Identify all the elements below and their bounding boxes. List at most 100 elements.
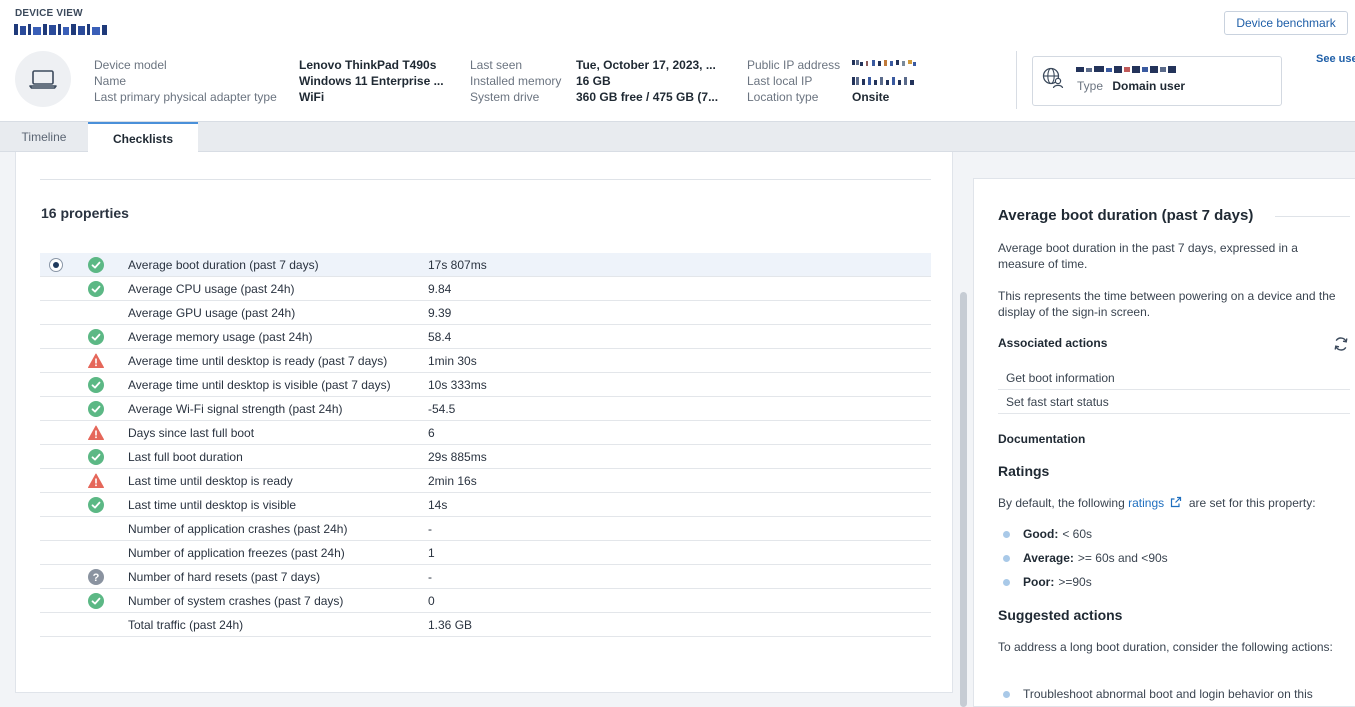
table-row[interactable]: Number of application crashes (past 24h)… — [40, 517, 931, 541]
table-row[interactable]: Average time until desktop is ready (pas… — [40, 349, 931, 373]
public-ip-redacted — [852, 60, 916, 66]
prop-label-device-model: Device model — [94, 58, 167, 72]
check-circle-icon — [88, 593, 104, 609]
table-row[interactable]: Average CPU usage (past 24h) 9.84 — [40, 277, 931, 301]
rating-poor: Poor: >=90s — [998, 575, 1092, 589]
suggested-item-text: Troubleshoot abnormal boot and login beh… — [1023, 687, 1313, 701]
check-circle-icon — [88, 329, 104, 345]
question-circle-icon: ? — [88, 569, 104, 585]
suggested-item: Troubleshoot abnormal boot and login beh… — [998, 687, 1313, 701]
bullet-dot — [1003, 554, 1010, 562]
suggested-intro: To address a long boot duration, conside… — [998, 640, 1333, 654]
table-row[interactable]: Last full boot duration 29s 885ms — [40, 445, 931, 469]
prop-label-installed-memory: Installed memory — [470, 74, 562, 88]
ratings-intro: By default, the following ratings are se… — [998, 495, 1343, 511]
divider — [40, 179, 931, 180]
warning-triangle-icon — [88, 353, 104, 369]
ratings-intro-before: By default, the following — [998, 496, 1125, 510]
bullet-dot — [1003, 690, 1010, 698]
see-user-link[interactable]: See use — [1316, 53, 1355, 65]
prop-value-name: Windows 11 Enterprise ... — [299, 74, 444, 88]
property-value: 58.4 — [428, 330, 452, 344]
prop-value-last-seen: Tue, October 17, 2023, ... — [576, 58, 716, 72]
table-row[interactable]: Number of application freezes (past 24h)… — [40, 541, 931, 565]
prop-label-name: Name — [94, 74, 127, 88]
suggested-actions-title: Suggested actions — [998, 607, 1123, 623]
property-detail-panel: Average boot duration (past 7 days) Aver… — [973, 178, 1355, 707]
documentation-title: Documentation — [998, 432, 1086, 446]
table-row[interactable]: Last time until desktop is visible 14s — [40, 493, 931, 517]
tab-checklists[interactable]: Checklists — [88, 122, 198, 153]
prop-values-col-1: Lenovo ThinkPad T490s Windows 11 Enterpr… — [299, 57, 449, 105]
prop-value-adapter-type: WiFi — [299, 90, 325, 104]
action-get-boot-information[interactable]: Get boot information — [998, 366, 1350, 390]
user-type-row: Type Domain user — [1077, 79, 1185, 93]
prop-value-device-model: Lenovo ThinkPad T490s — [299, 58, 437, 72]
property-value: 1 — [428, 546, 435, 560]
prop-values-col-2: Tue, October 17, 2023, ... 16 GB 360 GB … — [576, 57, 728, 105]
content-area: 16 properties Average boot duration (pas… — [0, 152, 1355, 707]
action-set-fast-start-status[interactable]: Set fast start status — [998, 390, 1350, 414]
device-header: DEVICE VIEW Device model Name Last prima… — [0, 0, 1355, 122]
property-value: 17s 807ms — [428, 258, 487, 272]
property-name: Average GPU usage (past 24h) — [128, 306, 296, 320]
property-value: -54.5 — [428, 402, 456, 416]
scrollbar-thumb[interactable] — [960, 292, 967, 707]
table-row[interactable]: Average Wi-Fi signal strength (past 24h)… — [40, 397, 931, 421]
property-value: 0 — [428, 594, 435, 608]
check-circle-icon — [88, 401, 104, 417]
user-type-value: Domain user — [1112, 79, 1186, 93]
detail-title: Average boot duration (past 7 days) — [998, 207, 1254, 224]
table-row[interactable]: Average GPU usage (past 24h) 9.39 — [40, 301, 931, 325]
property-name: Last time until desktop is ready — [128, 474, 293, 488]
property-value: 1min 30s — [428, 354, 477, 368]
refresh-icon[interactable] — [1333, 336, 1349, 352]
table-row[interactable]: Last time until desktop is ready 2min 16s — [40, 469, 931, 493]
property-name: Number of application crashes (past 24h) — [128, 522, 348, 536]
table-row[interactable]: Average time until desktop is visible (p… — [40, 373, 931, 397]
table-row[interactable]: Days since last full boot 6 — [40, 421, 931, 445]
property-name: Last full boot duration — [128, 450, 243, 464]
property-name: Average time until desktop is visible (p… — [128, 378, 391, 392]
rating-value: < 60s — [1062, 527, 1093, 541]
radio-selected-icon[interactable] — [49, 258, 63, 272]
prop-labels-col-1: Device model Name Last primary physical … — [94, 57, 277, 105]
table-row[interactable]: Average memory usage (past 24h) 58.4 — [40, 325, 931, 349]
property-name: Average time until desktop is ready (pas… — [128, 354, 388, 368]
property-name: Number of system crashes (past 7 days) — [128, 594, 344, 608]
rating-value: >=90s — [1058, 575, 1092, 589]
table-row[interactable]: Number of system crashes (past 7 days) 0 — [40, 589, 931, 613]
user-card[interactable]: Type Domain user — [1032, 56, 1282, 106]
table-row[interactable]: Average boot duration (past 7 days) 17s 8… — [40, 253, 931, 277]
table-row[interactable]: Total traffic (past 24h) 1.36 GB — [40, 613, 931, 637]
property-value: 29s 885ms — [428, 450, 487, 464]
rating-value: >= 60s and <90s — [1077, 551, 1168, 565]
divider — [1275, 216, 1350, 217]
external-link-icon[interactable] — [1170, 496, 1182, 508]
tab-bar: Timeline Checklists — [0, 122, 1355, 153]
table-row[interactable]: ? Number of hard resets (past 7 days) - — [40, 565, 931, 589]
user-type-label: Type — [1077, 79, 1104, 93]
property-name: Days since last full boot — [128, 426, 255, 440]
property-value: 2min 16s — [428, 474, 477, 488]
ratings-link[interactable]: ratings — [1128, 496, 1164, 510]
property-value: 10s 333ms — [428, 378, 487, 392]
prop-label-public-ip: Public IP address — [747, 58, 841, 72]
svg-text:?: ? — [93, 572, 100, 584]
tab-timeline[interactable]: Timeline — [0, 122, 88, 152]
bullet-dot — [1003, 578, 1010, 586]
rating-label: Average: — [1023, 551, 1074, 565]
rating-label: Good: — [1023, 527, 1059, 541]
check-circle-icon — [88, 449, 104, 465]
detail-description-2: This represents the time between powerin… — [998, 289, 1336, 319]
device-name-redacted — [14, 24, 107, 35]
prop-label-system-drive: System drive — [470, 90, 540, 104]
warning-triangle-icon — [88, 425, 104, 441]
detail-description: Average boot duration in the past 7 days… — [998, 241, 1298, 271]
ratings-intro-after: are set for this property: — [1188, 496, 1316, 510]
property-name: Average CPU usage (past 24h) — [128, 282, 295, 296]
check-circle-icon — [88, 281, 104, 297]
prop-label-adapter-type: Last primary physical adapter type — [94, 90, 277, 104]
device-benchmark-button[interactable]: Device benchmark — [1224, 11, 1348, 35]
warning-triangle-icon — [88, 473, 104, 489]
